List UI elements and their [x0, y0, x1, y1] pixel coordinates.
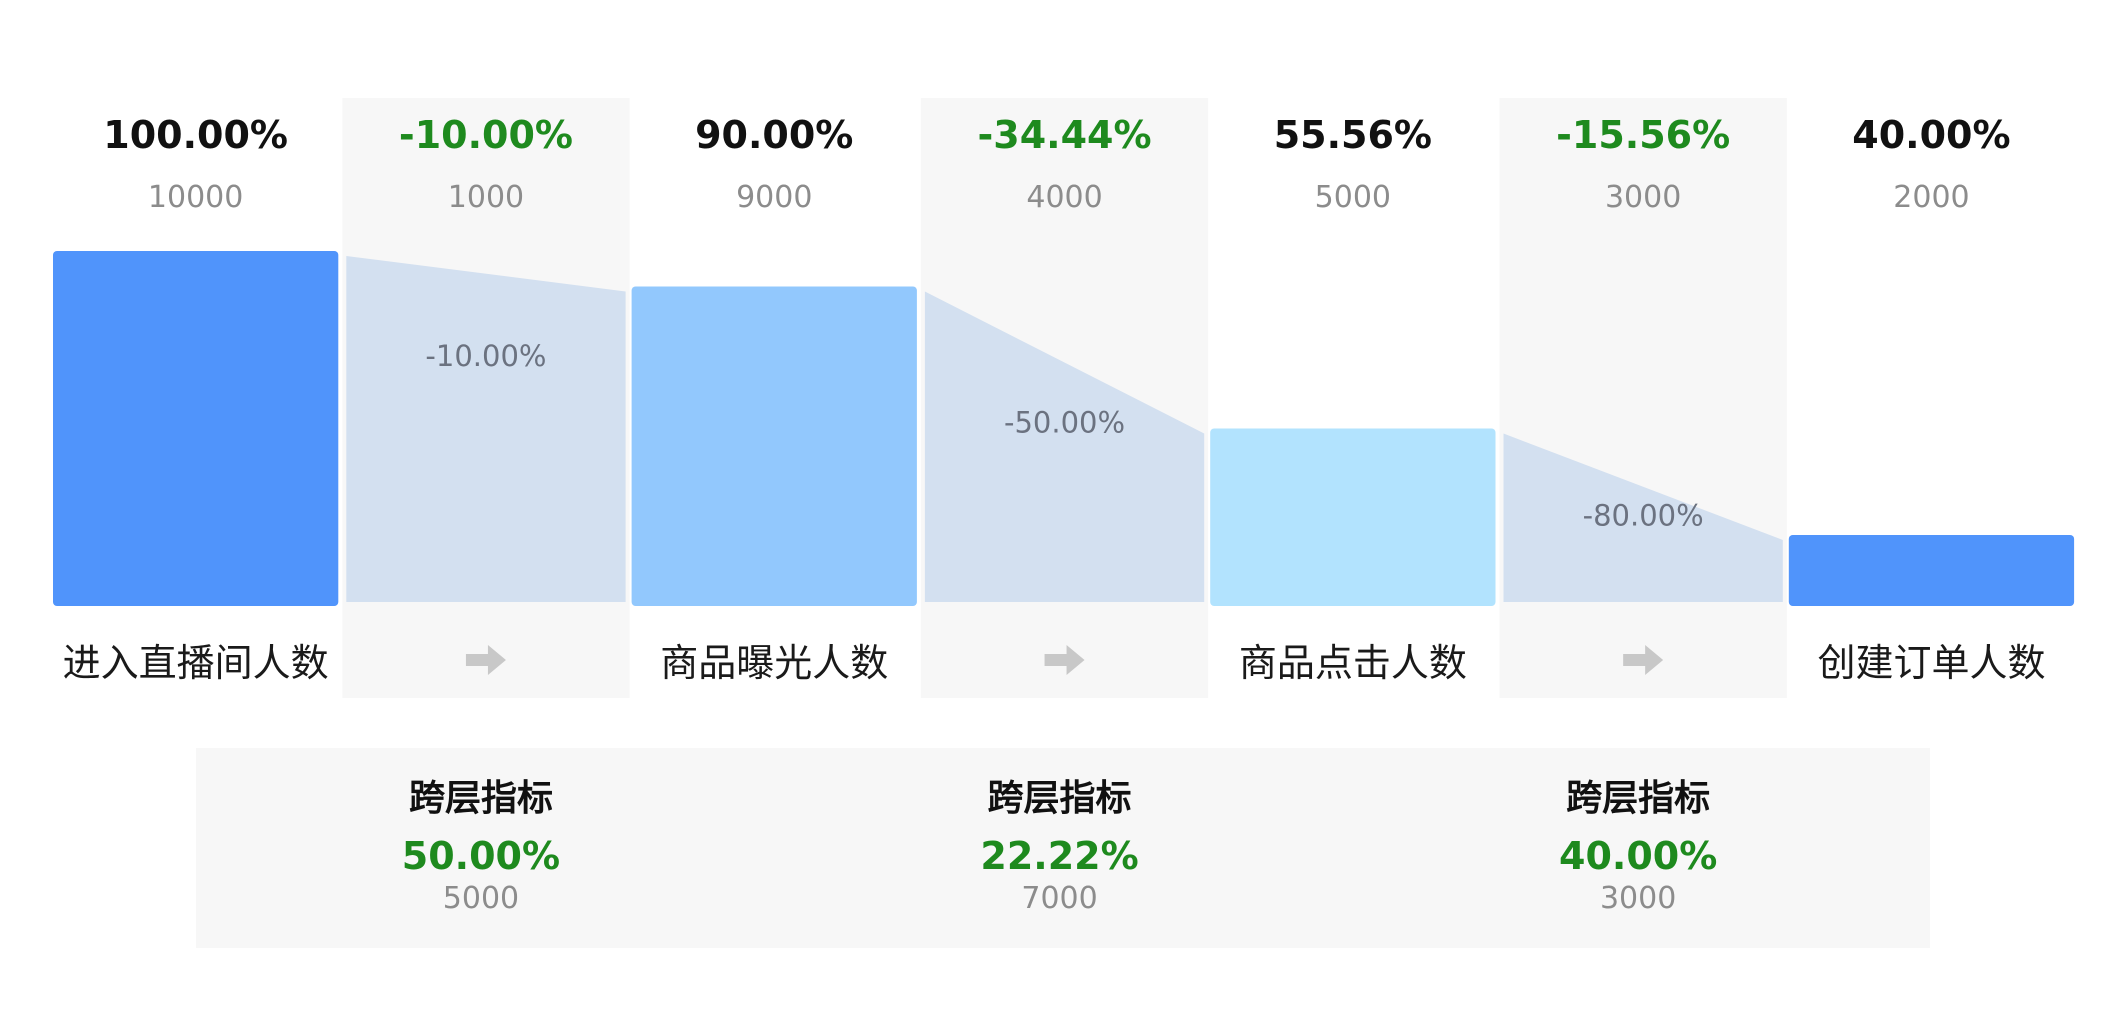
transition-percent: -34.44% — [978, 113, 1152, 157]
transition-percent: -10.00% — [399, 113, 573, 157]
conversion-rate-label: -50.00% — [1004, 405, 1125, 439]
transition-count: 3000 — [1605, 180, 1681, 215]
conversion-connector — [346, 256, 626, 602]
cross-layer-title: 跨层指标 — [1566, 778, 1710, 819]
stage-bar — [53, 251, 339, 606]
funnel-chart: 100.00% 10000 进入直播间人数 90.00% 9000 商品曝光人数 55.56… — [53, 98, 2075, 948]
stage-count: 2000 — [1893, 180, 1969, 215]
cross-layer-count: 7000 — [1021, 881, 1097, 916]
transition-percent: -15.56% — [1556, 113, 1730, 157]
stage-label: 进入直播间人数 — [63, 641, 329, 685]
cross-layer-percent: 40.00% — [1559, 834, 1717, 878]
cross-layer-percent: 50.00% — [402, 834, 560, 878]
conversion-rate-label: -80.00% — [1583, 499, 1704, 533]
stage-bar — [1210, 428, 1496, 606]
cross-layer-percent: 22.22% — [980, 834, 1138, 878]
transition-count: 1000 — [448, 180, 524, 215]
stage-percent: 40.00% — [1852, 113, 2010, 157]
conversion-rate-label: -10.00% — [425, 339, 546, 373]
cross-layer-count: 3000 — [1600, 881, 1676, 916]
stage-bar — [631, 286, 917, 606]
stage-count: 5000 — [1315, 180, 1391, 215]
stage-percent: 55.56% — [1274, 113, 1432, 157]
cross-layer-title: 跨层指标 — [409, 778, 553, 819]
transition-count: 4000 — [1026, 180, 1102, 215]
stage-percent: 90.00% — [695, 113, 853, 157]
stage-percent: 100.00% — [103, 113, 288, 157]
cross-layer-count: 5000 — [443, 881, 519, 916]
stage-count: 10000 — [148, 180, 243, 215]
stage-label: 创建订单人数 — [1817, 641, 2045, 685]
stage-label: 商品点击人数 — [1239, 641, 1467, 685]
cross-layer-title: 跨层指标 — [988, 778, 1132, 819]
stage-label: 商品曝光人数 — [660, 641, 888, 685]
stage-count: 9000 — [736, 180, 812, 215]
stage-bar — [1788, 535, 2075, 606]
